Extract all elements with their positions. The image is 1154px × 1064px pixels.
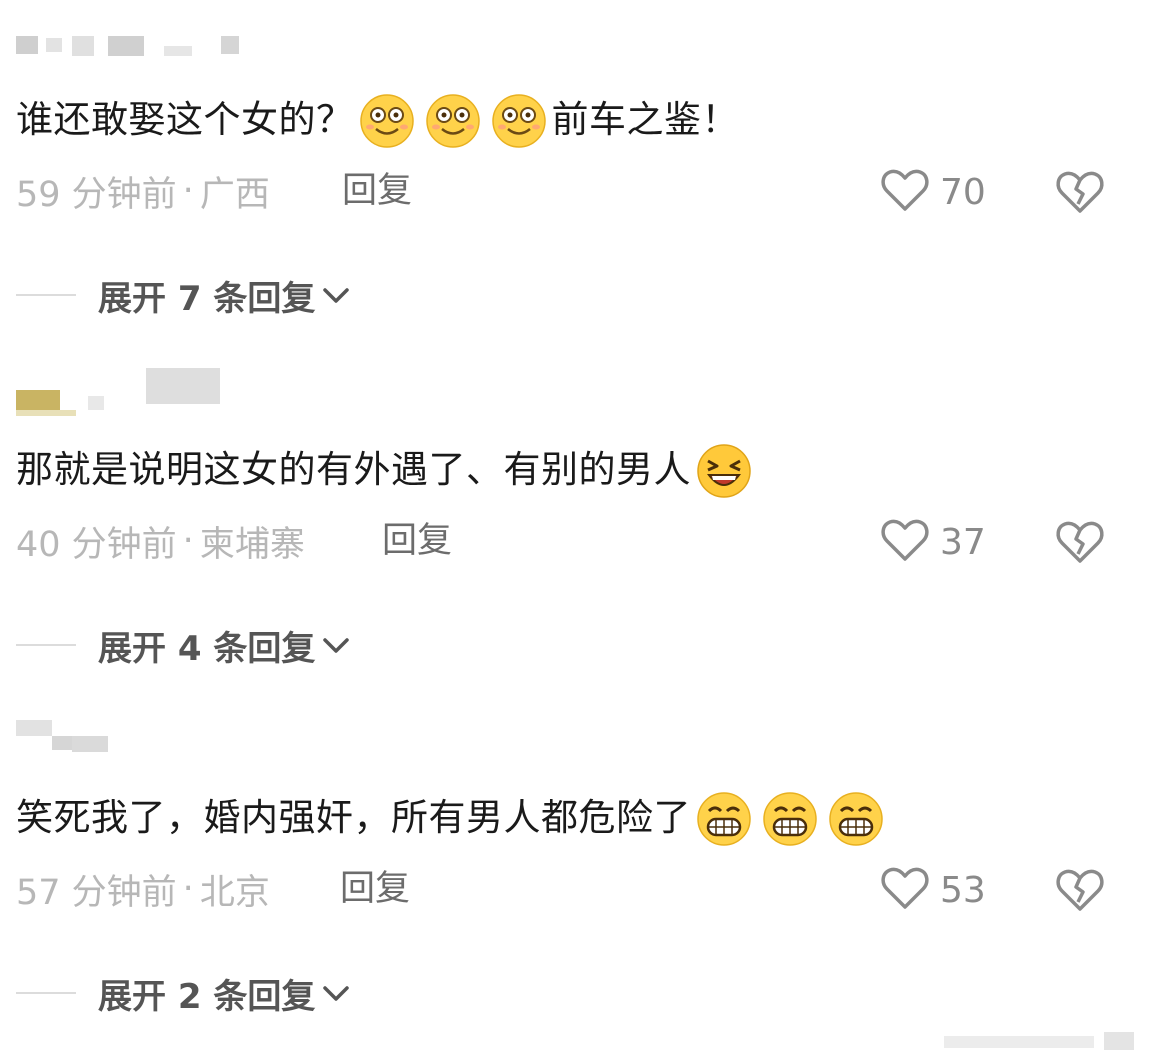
- heart-outline-icon: [880, 865, 930, 915]
- chevron-down-icon: [319, 628, 353, 662]
- like-button[interactable]: 70: [880, 166, 986, 218]
- comment-item: 笑死我了，婚内强奸，所有男人都危险了 57 分钟前 · 北京 回复 53 展开 …: [0, 698, 1154, 1038]
- dislike-button[interactable]: [1055, 864, 1105, 914]
- reply-button[interactable]: 回复: [382, 518, 452, 564]
- comment-time: 59 分钟前: [16, 174, 177, 215]
- broken-heart-icon: [1055, 869, 1105, 918]
- like-button[interactable]: 37: [880, 516, 986, 568]
- comment-text-tail: 前车之鉴！: [551, 98, 739, 141]
- heart-outline-icon: [880, 517, 930, 567]
- dislike-button[interactable]: [1055, 516, 1105, 566]
- divider: [16, 644, 76, 646]
- heart-outline-icon: [880, 167, 930, 217]
- divider: [16, 992, 76, 994]
- comment-text-main: 那就是说明这女的有外遇了、有别的男人: [16, 448, 691, 491]
- meta-separator: ·: [182, 869, 194, 909]
- divider: [16, 294, 76, 296]
- comment-meta: 57 分钟前 · 北京: [16, 866, 270, 913]
- comment-meta: 40 分钟前 · 柬埔寨: [16, 518, 305, 565]
- smile-emoji: [424, 91, 482, 149]
- expand-replies-label: 展开 4 条回复: [98, 628, 316, 669]
- reply-button[interactable]: 回复: [340, 866, 410, 912]
- chevron-down-icon: [319, 976, 353, 1010]
- expand-replies[interactable]: 展开 7 条回复: [16, 270, 353, 320]
- reply-button[interactable]: 回复: [342, 168, 412, 214]
- like-count: 70: [940, 171, 986, 213]
- comment-meta: 59 分钟前 · 广西: [16, 168, 270, 215]
- comment-text: 笑死我了，婚内强奸，所有男人都危险了: [16, 790, 889, 846]
- username-blurred[interactable]: [16, 714, 116, 752]
- smile-emoji: [490, 91, 548, 149]
- like-button[interactable]: 53: [880, 864, 986, 916]
- comment-text-main: 笑死我了，婚内强奸，所有男人都危险了: [16, 796, 691, 839]
- meta-separator: ·: [182, 521, 194, 561]
- comment-location: 北京: [199, 872, 270, 913]
- comment-text-main: 谁还敢娶这个女的？: [16, 98, 354, 141]
- comment-item: 那就是说明这女的有外遇了、有别的男人 40 分钟前 · 柬埔寨 回复 37 展开…: [0, 350, 1154, 690]
- like-count: 53: [940, 869, 986, 911]
- smile-emoji: [358, 91, 416, 149]
- comment-list: { "comments": [ { "text_a": "谁还敢娶这个女的？",…: [0, 0, 1154, 1064]
- username-blurred[interactable]: [16, 368, 246, 416]
- expand-replies-label: 展开 2 条回复: [98, 976, 316, 1017]
- comment-time: 57 分钟前: [16, 872, 177, 913]
- comment-location: 柬埔寨: [199, 524, 305, 565]
- comment-time: 40 分钟前: [16, 524, 177, 565]
- meta-separator: ·: [182, 171, 194, 211]
- comment-item: 谁还敢娶这个女的？ 前车之鉴！ 59 分钟前 · 广西 回复 70 展开 7 条…: [0, 0, 1154, 340]
- dislike-button[interactable]: [1055, 166, 1105, 216]
- chevron-down-icon: [319, 278, 353, 312]
- expand-replies[interactable]: 展开 4 条回复: [16, 620, 353, 670]
- grin-emoji: [827, 789, 885, 847]
- comment-text: 谁还敢娶这个女的？ 前车之鉴！: [16, 92, 739, 148]
- like-count: 37: [940, 521, 986, 563]
- comment-text: 那就是说明这女的有外遇了、有别的男人: [16, 442, 757, 498]
- username-blurred[interactable]: [16, 30, 246, 58]
- expand-replies-label: 展开 7 条回复: [98, 278, 316, 319]
- broken-heart-icon: [1055, 171, 1105, 220]
- grin-emoji: [761, 789, 819, 847]
- watermark-blurred: [944, 1028, 1144, 1054]
- laughing-emoji: [695, 441, 753, 499]
- comment-location: 广西: [199, 174, 270, 215]
- grin-emoji: [695, 789, 753, 847]
- expand-replies[interactable]: 展开 2 条回复: [16, 968, 353, 1018]
- broken-heart-icon: [1055, 521, 1105, 570]
